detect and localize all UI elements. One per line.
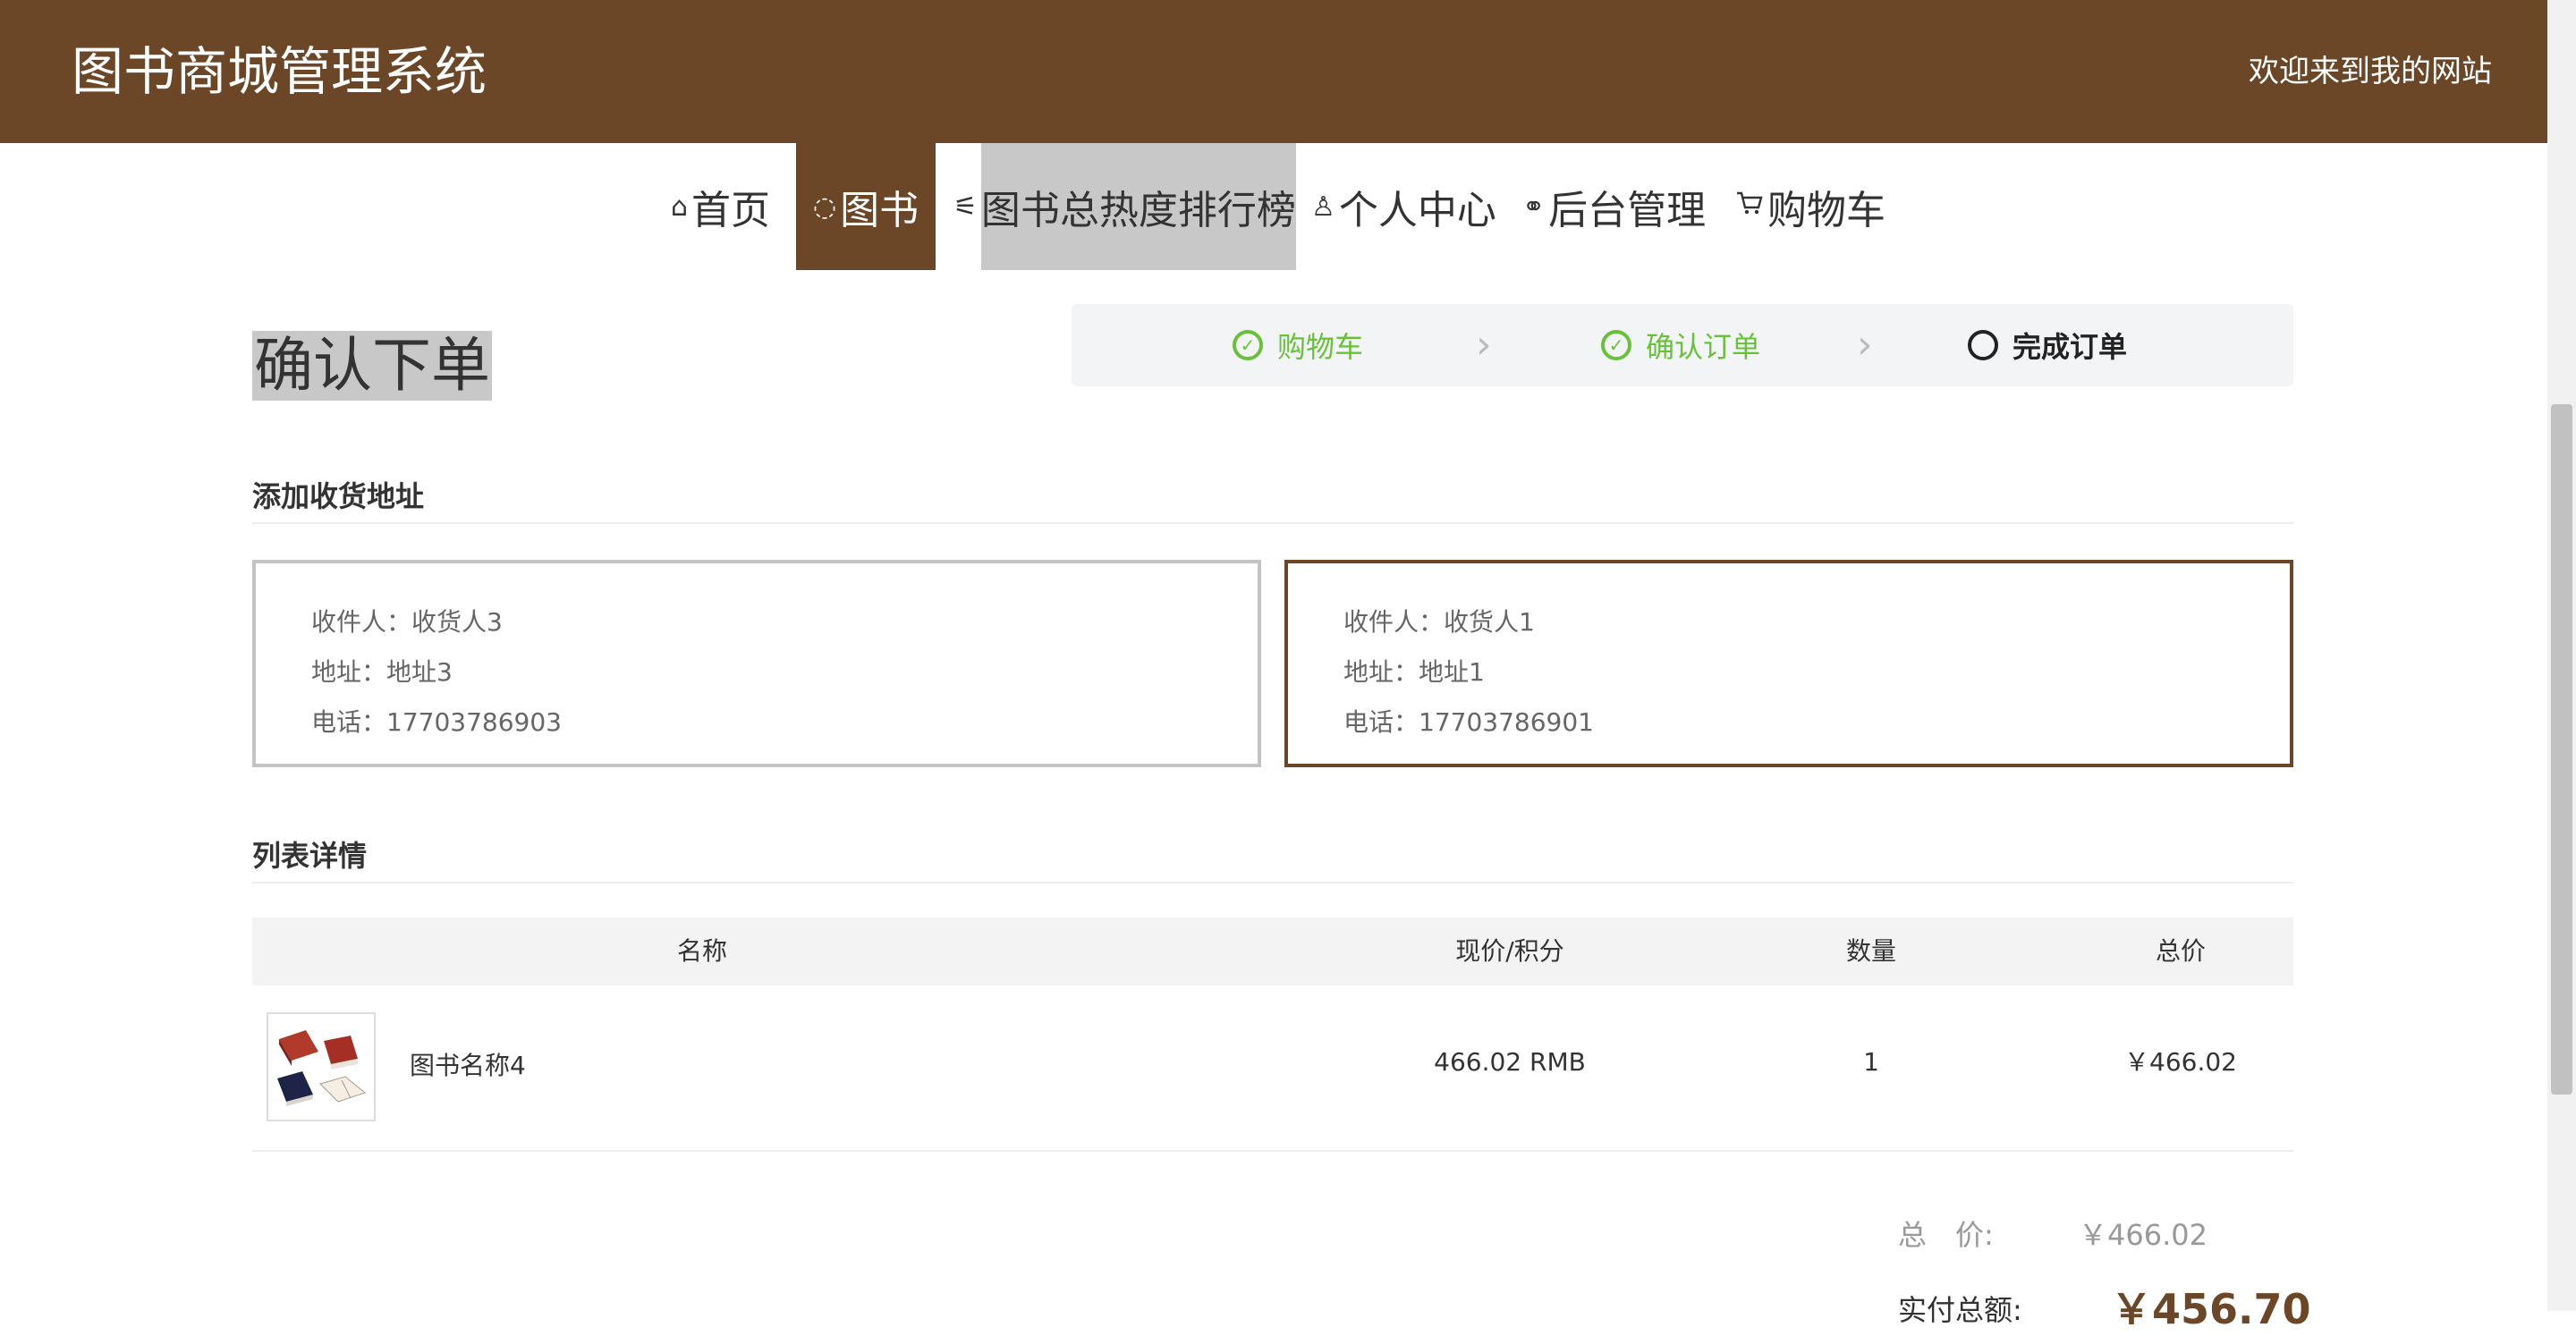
check-circle-icon: ✓ [1601, 330, 1631, 360]
nav-item-admin[interactable]: ⚭ 后台管理 [1522, 143, 1706, 270]
address-card[interactable]: 收件人：收货人3 地址：地址3 电话：17703786903 [252, 560, 1261, 767]
column-header: 现价/积分 [1455, 936, 1564, 966]
pay-value: ￥456.70 [2111, 1285, 2311, 1333]
table-row: 图书名称4 466.02 RMB 1 ￥466.02 [252, 985, 2293, 1152]
step-label: 购物车 [1277, 330, 1364, 364]
step-complete: 完成订单 [1968, 304, 2127, 386]
total-value: ￥466.02 [2079, 1218, 2207, 1252]
page-title: 确认下单 [252, 331, 492, 401]
order-steps: ✓ 购物车 › ✓ 确认订单 › 完成订单 [1072, 304, 2293, 386]
price-cell: 466.02 RMB [1434, 1047, 1586, 1077]
nav-item-label: 首页 [691, 188, 771, 233]
circle-icon [1968, 330, 1998, 360]
column-header: 名称 [676, 936, 727, 966]
cart-icon [1735, 190, 1764, 224]
phone-text: 电话：17703786903 [311, 707, 562, 737]
nav-item-label: 图书 [840, 188, 919, 233]
step-confirm: ✓ 确认订单 [1601, 304, 1760, 386]
list-section-title: 列表详情 [252, 833, 2293, 884]
home-icon: ⌂ [671, 190, 689, 223]
scrollbar-thumb[interactable] [2551, 404, 2572, 1095]
top-header: 图书商城管理系统 欢迎来到我的网站 [0, 0, 2547, 143]
recipient-text: 收件人：收货人3 [311, 607, 503, 637]
nav-item-label: 图书总热度排行榜 [980, 143, 1296, 270]
nav-item-ranking[interactable]: ⚟ 图书总热度排行榜 [953, 143, 1296, 270]
order-table: 名称 现价/积分 数量 总价 图书名称4 466.02 RMB 1 ￥466.0… [252, 917, 2293, 1152]
nav-item-label: 购物车 [1767, 188, 1885, 233]
book-name[interactable]: 图书名称4 [410, 1048, 526, 1084]
address-section-title: 添加收货地址 [252, 474, 2293, 524]
nav-item-cart[interactable]: 购物车 [1735, 143, 1885, 270]
address-card-selected[interactable]: 收件人：收货人1 地址：地址1 电话：17703786901 [1284, 560, 2293, 767]
book-thumbnail[interactable] [267, 1012, 376, 1121]
address-text: 地址：地址3 [311, 657, 453, 687]
quantity-cell: 1 [1863, 1047, 1879, 1077]
total-label: 总 价: [1898, 1218, 1994, 1252]
nav-item-profile[interactable]: ♙ 个人中心 [1311, 143, 1496, 270]
total-cell: ￥466.02 [2124, 1047, 2237, 1077]
address-text: 地址：地址1 [1343, 657, 1485, 687]
nav-item-books[interactable]: ◌ 图书 [796, 143, 936, 270]
column-header: 数量 [1845, 936, 1896, 966]
sliders-icon: ⚟ [953, 190, 978, 223]
main-nav: ⌂ 首页 ◌ 图书 ⚟ 图书总热度排行榜 ♙ 个人中心 ⚭ 后台管理 购物车 [0, 143, 2547, 270]
chevron-right-icon: › [1476, 322, 1492, 368]
step-cart: ✓ 购物车 [1233, 304, 1363, 386]
column-header: 总价 [2155, 936, 2206, 966]
step-label: 确认订单 [1646, 330, 1761, 364]
user-icon: ♙ [1311, 190, 1335, 223]
chevron-right-icon: › [1857, 322, 1873, 368]
link-icon: ⚭ [1522, 190, 1546, 223]
book-icon: ◌ [812, 190, 837, 223]
recipient-text: 收件人：收货人1 [1343, 607, 1535, 637]
step-label: 完成订单 [2012, 330, 2128, 364]
welcome-text: 欢迎来到我的网站 [2249, 54, 2492, 89]
table-header: 名称 现价/积分 数量 总价 [252, 917, 2293, 985]
phone-text: 电话：17703786901 [1343, 707, 1594, 737]
pay-label: 实付总额: [1898, 1293, 2022, 1327]
nav-item-home[interactable]: ⌂ 首页 [671, 143, 770, 270]
nav-item-label: 个人中心 [1338, 188, 1496, 233]
site-title: 图书商城管理系统 [72, 41, 487, 102]
check-circle-icon: ✓ [1233, 330, 1263, 360]
nav-item-label: 后台管理 [1548, 188, 1707, 233]
